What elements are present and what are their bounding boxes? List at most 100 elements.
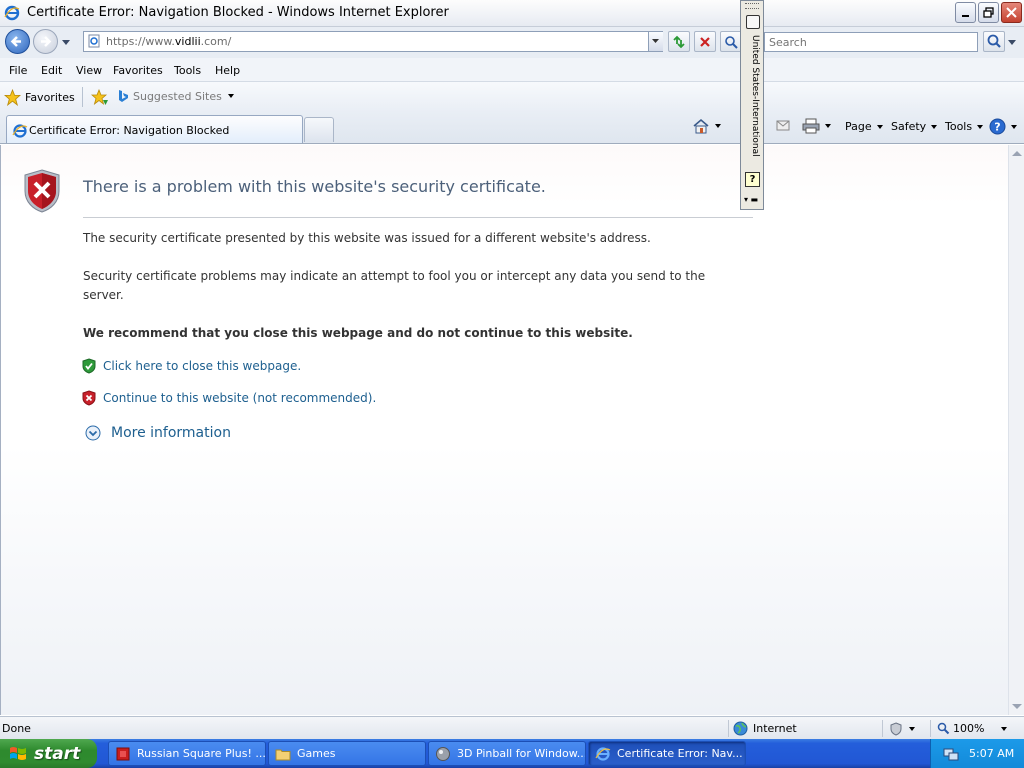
- printer-icon: [802, 118, 820, 134]
- close-webpage-link[interactable]: Click here to close this webpage.: [82, 358, 301, 374]
- close-icon: [1006, 7, 1017, 18]
- chevron-down-icon: [909, 726, 915, 731]
- language-label[interactable]: United States-International: [744, 35, 760, 165]
- shield-check-icon: [82, 358, 96, 374]
- language-bar[interactable]: United States-International ? ▾ ▬: [740, 0, 764, 210]
- close-webpage-label[interactable]: Click here to close this webpage.: [103, 359, 301, 373]
- drag-handle[interactable]: [745, 3, 759, 9]
- address-field[interactable]: https://www.vidlii.com/: [83, 31, 663, 52]
- back-button[interactable]: [5, 29, 30, 54]
- globe-icon: [733, 721, 748, 736]
- taskbar-item-label: Russian Square Plus! ...: [137, 747, 266, 760]
- refresh-icon: [673, 35, 685, 48]
- favorites-label: Favorites: [25, 90, 75, 104]
- network-icon[interactable]: [943, 746, 959, 762]
- taskbar-item-label: Games: [297, 747, 336, 760]
- search-icon: [725, 35, 738, 49]
- protected-mode-button[interactable]: [882, 720, 926, 737]
- help-icon: ?: [989, 118, 1006, 135]
- tab-label: Certificate Error: Navigation Blocked: [29, 124, 230, 137]
- home-button[interactable]: [692, 118, 721, 134]
- help-icon[interactable]: ?: [745, 172, 760, 187]
- start-label: start: [34, 743, 81, 764]
- favorites-button[interactable]: Favorites: [4, 87, 75, 107]
- help-button[interactable]: ?: [989, 118, 1017, 135]
- more-information-label[interactable]: More information: [111, 425, 231, 441]
- page-menu-button[interactable]: Page: [845, 120, 883, 133]
- search-options-dropdown-icon[interactable]: [1007, 37, 1017, 47]
- suggested-sites-button[interactable]: Suggested Sites: [117, 89, 234, 103]
- continue-website-label[interactable]: Continue to this website (not recommende…: [103, 391, 376, 405]
- certificate-address-message: The security certificate presented by th…: [83, 231, 651, 245]
- stop-button[interactable]: [694, 31, 716, 52]
- chevron-down-icon: [876, 124, 883, 129]
- scroll-up-icon[interactable]: [1012, 151, 1022, 156]
- shield-error-icon: [24, 169, 60, 213]
- menu-view[interactable]: View: [76, 64, 102, 77]
- menu-tools[interactable]: Tools: [174, 64, 201, 77]
- menu-edit[interactable]: Edit: [41, 64, 62, 77]
- add-to-favorites-bar-icon[interactable]: [91, 89, 109, 107]
- menu-help[interactable]: Help: [215, 64, 240, 77]
- taskbar-item-label: 3D Pinball for Window...: [457, 747, 586, 760]
- refresh-button[interactable]: [668, 31, 690, 52]
- tab-certificate-error[interactable]: Certificate Error: Navigation Blocked: [6, 115, 303, 143]
- menu-file[interactable]: File: [9, 64, 27, 77]
- keyboard-icon[interactable]: [746, 15, 760, 29]
- bing-icon: [119, 90, 128, 102]
- pinball-icon: [436, 746, 450, 761]
- clock[interactable]: 5:07 AM: [969, 747, 1014, 760]
- chevron-down-icon: [652, 39, 659, 43]
- taskbar-item-russian-square[interactable]: Russian Square Plus! ...: [108, 741, 266, 766]
- continue-website-link[interactable]: Continue to this website (not recommende…: [82, 390, 376, 406]
- safety-menu-button[interactable]: Safety: [891, 120, 938, 133]
- chevron-down-icon: [227, 94, 234, 98]
- zoom-level: 100%: [953, 722, 985, 735]
- page-content: There is a problem with this website's s…: [0, 145, 1008, 715]
- forward-arrow-icon: [41, 36, 52, 47]
- search-go-button[interactable]: [983, 31, 1005, 52]
- menu-bar: File Edit View Favorites Tools Help: [0, 58, 1024, 82]
- start-button[interactable]: start: [0, 739, 97, 768]
- stop-icon: [700, 36, 710, 47]
- home-icon: [693, 118, 709, 134]
- zoom-button[interactable]: 100%: [930, 720, 1008, 737]
- vertical-scrollbar[interactable]: [1008, 145, 1024, 715]
- menu-favorites[interactable]: Favorites: [113, 64, 163, 77]
- back-arrow-icon: [10, 36, 21, 47]
- taskbar-item-games[interactable]: Games: [268, 741, 426, 766]
- minimize-icon: [961, 14, 969, 17]
- shield-gear-icon: [890, 721, 902, 736]
- history-dropdown-icon[interactable]: [61, 37, 71, 47]
- mail-icon: [776, 120, 790, 131]
- tools-menu-button[interactable]: Tools: [945, 120, 984, 133]
- shield-x-icon: [82, 390, 96, 406]
- taskbar-item-pinball[interactable]: 3D Pinball for Window...: [428, 741, 586, 766]
- taskbar-item-internet-explorer[interactable]: Certificate Error: Nav...: [588, 741, 746, 766]
- security-zone[interactable]: Internet: [728, 720, 878, 737]
- magnifier-icon: [937, 722, 950, 735]
- read-mail-button[interactable]: [776, 119, 790, 131]
- ie-logo-icon: [4, 5, 20, 21]
- search-icon: [987, 34, 1001, 48]
- minimize-button[interactable]: [955, 2, 976, 23]
- print-button[interactable]: [802, 118, 831, 134]
- safety-menu-label: Safety: [891, 120, 927, 133]
- page-title: There is a problem with this website's s…: [83, 177, 546, 196]
- address-dropdown-button[interactable]: [648, 32, 663, 51]
- chevron-down-icon: [977, 124, 984, 129]
- close-window-button[interactable]: [1001, 2, 1022, 23]
- forward-button[interactable]: [33, 29, 58, 54]
- scroll-down-icon[interactable]: [1012, 704, 1022, 709]
- search-field[interactable]: [764, 32, 978, 52]
- favorites-bar: Favorites Suggested Sites: [0, 82, 1024, 112]
- svg-text:?: ?: [994, 121, 1000, 134]
- search-provider-button[interactable]: [720, 31, 742, 52]
- more-information-toggle[interactable]: More information: [85, 425, 231, 441]
- chevron-down-icon: [715, 124, 721, 128]
- search-input[interactable]: [765, 33, 977, 51]
- new-tab-button[interactable]: [304, 117, 334, 142]
- tab-row: Certificate Error: Navigation Blocked Pa…: [0, 112, 1024, 144]
- restore-button[interactable]: [978, 2, 999, 23]
- options-dropdown-icon[interactable]: ▾ ▬: [744, 195, 758, 204]
